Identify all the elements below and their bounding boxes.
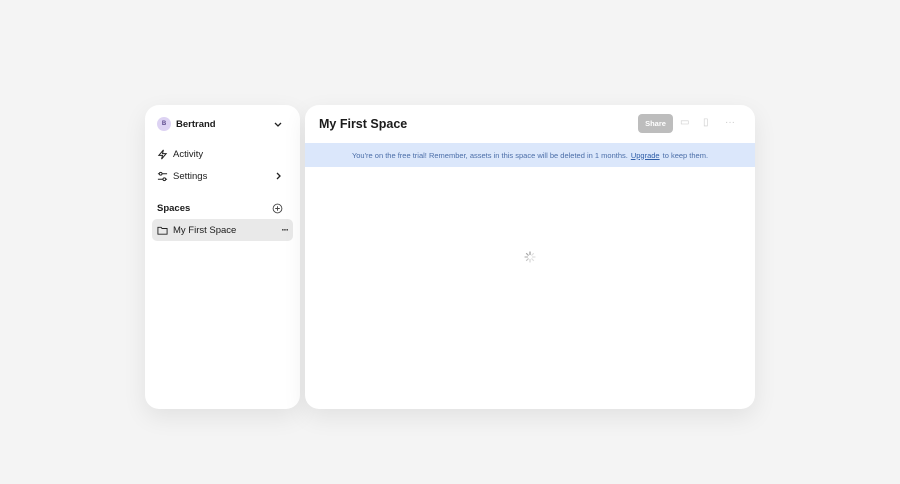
- spaces-heading: Spaces: [157, 202, 191, 214]
- add-space-icon[interactable]: [272, 203, 283, 214]
- space-item[interactable]: My First Space ···: [152, 219, 293, 241]
- main-panel: My First Space Share ▭ ▯ ··· You're on t…: [305, 105, 755, 409]
- folder-upload-icon[interactable]: ▭: [680, 117, 689, 128]
- folder-icon: [157, 226, 168, 235]
- more-icon[interactable]: ···: [725, 117, 735, 128]
- user-menu[interactable]: B Bertrand: [152, 113, 293, 135]
- user-name: Bertrand: [176, 118, 216, 130]
- trial-banner: You're on the free trial! Remember, asse…: [305, 143, 755, 167]
- sidebar-item-activity[interactable]: Activity: [152, 143, 293, 165]
- sidebar-item-settings[interactable]: Settings: [152, 165, 293, 187]
- sliders-icon: [157, 171, 168, 181]
- upgrade-link[interactable]: Upgrade: [631, 151, 660, 160]
- sidebar-item-label: Settings: [173, 170, 208, 182]
- banner-text: You're on the free trial! Remember, asse…: [351, 150, 628, 160]
- space-label: My First Space: [173, 224, 237, 236]
- page-title: My First Space: [319, 117, 408, 131]
- avatar: B: [157, 117, 171, 131]
- file-upload-icon[interactable]: ▯: [703, 117, 709, 128]
- share-button[interactable]: Share: [638, 114, 673, 133]
- chevron-down-icon: [274, 122, 282, 127]
- lightning-icon: [157, 149, 168, 159]
- more-icon[interactable]: ···: [282, 225, 289, 236]
- sidebar: B Bertrand Activity Settings Spaces My F…: [145, 105, 300, 409]
- chevron-right-icon: [276, 172, 281, 180]
- loading-spinner-icon: [524, 251, 536, 263]
- sidebar-item-label: Activity: [173, 148, 204, 160]
- banner-suffix: to keep them.: [662, 150, 709, 160]
- spaces-header: Spaces: [152, 197, 293, 219]
